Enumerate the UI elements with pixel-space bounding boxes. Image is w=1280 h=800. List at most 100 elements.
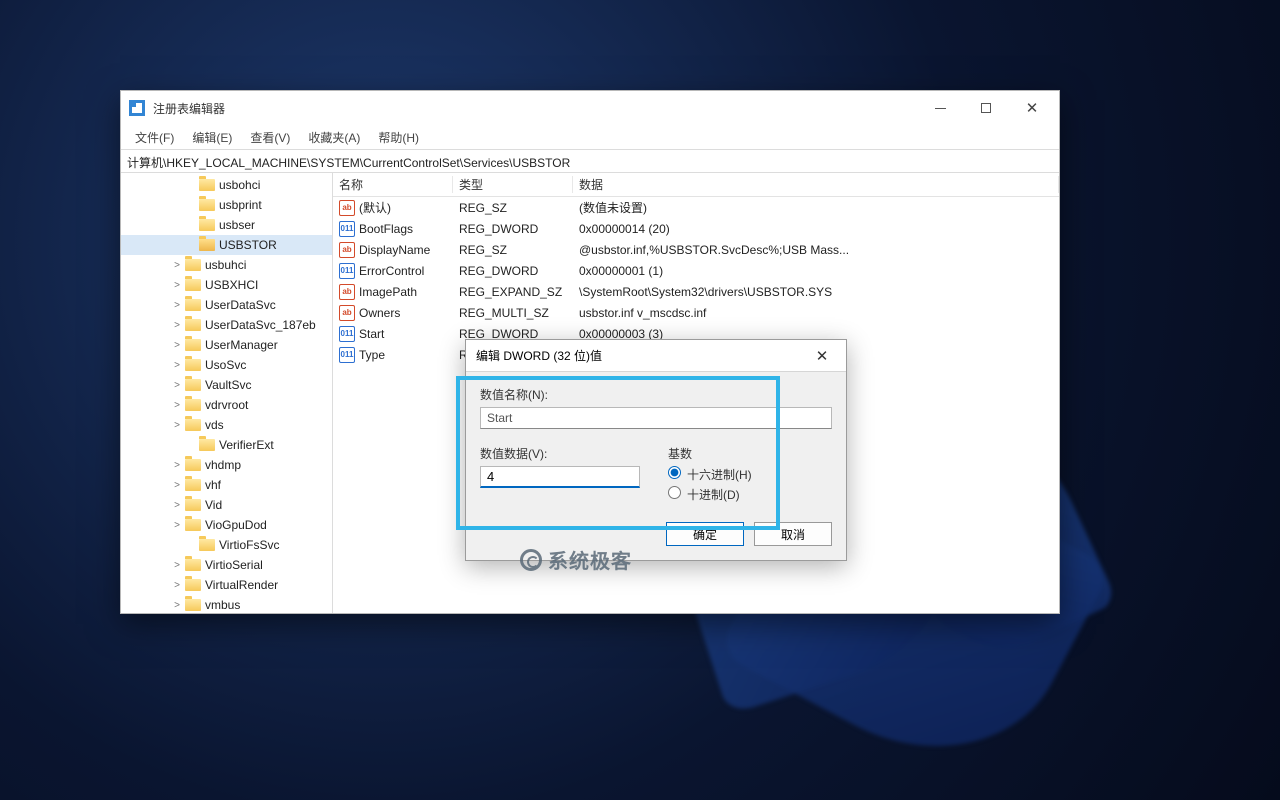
value-data: usbstor.inf v_mscdsc.inf xyxy=(573,306,1059,320)
folder-icon xyxy=(185,419,201,431)
value-name: Owners xyxy=(359,306,400,320)
value-row[interactable]: 011ErrorControlREG_DWORD0x00000001 (1) xyxy=(333,260,1059,281)
value-type-icon: ab xyxy=(339,242,355,258)
folder-icon xyxy=(185,399,201,411)
tree-item[interactable]: > vhdmp xyxy=(121,455,332,475)
value-name: DisplayName xyxy=(359,243,430,257)
value-type: REG_SZ xyxy=(453,243,573,257)
folder-icon xyxy=(185,319,201,331)
folder-icon xyxy=(199,539,215,551)
menu-view[interactable]: 查看(V) xyxy=(242,126,298,149)
folder-icon xyxy=(185,499,201,511)
column-headers[interactable]: 名称 类型 数据 xyxy=(333,173,1059,197)
address-bar[interactable]: 计算机\HKEY_LOCAL_MACHINE\SYSTEM\CurrentCon… xyxy=(121,149,1059,173)
expand-icon[interactable]: > xyxy=(169,500,185,511)
tree-item[interactable]: usbohci xyxy=(121,175,332,195)
value-row[interactable]: 011BootFlagsREG_DWORD0x00000014 (20) xyxy=(333,218,1059,239)
tree-item[interactable]: > VirtualRender xyxy=(121,575,332,595)
tree-item[interactable]: USBSTOR xyxy=(121,235,332,255)
tree-item[interactable]: VerifierExt xyxy=(121,435,332,455)
tree-item[interactable]: >usbuhci xyxy=(121,255,332,275)
tree-item[interactable]: > UsoSvc xyxy=(121,355,332,375)
tree-item[interactable]: > UserDataSvc_187eb xyxy=(121,315,332,335)
expand-icon[interactable]: > xyxy=(169,360,185,371)
tree-item[interactable]: VirtioFsSvc xyxy=(121,535,332,555)
value-type-icon: ab xyxy=(339,305,355,321)
tree-item[interactable]: >vds xyxy=(121,415,332,435)
value-type-icon: ab xyxy=(339,200,355,216)
tree-item-label: Vid xyxy=(205,498,222,512)
tree-item[interactable]: >UserManager xyxy=(121,335,332,355)
header-name[interactable]: 名称 xyxy=(333,176,453,193)
expand-icon[interactable]: > xyxy=(169,520,185,531)
tree-item[interactable]: usbprint xyxy=(121,195,332,215)
menu-edit[interactable]: 编辑(E) xyxy=(184,126,240,149)
dialog-close-button[interactable]: ✕ xyxy=(808,347,836,365)
ok-button[interactable]: 确定 xyxy=(666,522,744,546)
window-title: 注册表编辑器 xyxy=(153,100,225,117)
tree-item[interactable]: usbser xyxy=(121,215,332,235)
expand-icon[interactable]: > xyxy=(169,600,185,611)
tree-item-label: vmbus xyxy=(205,598,240,612)
tree-item[interactable]: > vmbus xyxy=(121,595,332,613)
expand-icon[interactable]: > xyxy=(169,480,185,491)
expand-icon[interactable]: > xyxy=(169,300,185,311)
value-name-field[interactable] xyxy=(480,407,832,429)
tree-item-label: vhdmp xyxy=(205,458,241,472)
folder-icon xyxy=(185,459,201,471)
expand-icon[interactable]: > xyxy=(169,380,185,391)
cancel-button[interactable]: 取消 xyxy=(754,522,832,546)
radio-hex[interactable]: 十六进制(H) xyxy=(668,466,752,483)
tree-item-label: UsoSvc xyxy=(205,358,246,372)
expand-icon[interactable]: > xyxy=(169,420,185,431)
menu-file[interactable]: 文件(F) xyxy=(127,126,182,149)
tree-item[interactable]: >VirtioSerial xyxy=(121,555,332,575)
tree-item[interactable]: > Vid xyxy=(121,495,332,515)
tree-item-label: usbser xyxy=(219,218,255,232)
value-data-field[interactable] xyxy=(480,466,640,488)
expand-icon[interactable]: > xyxy=(169,580,185,591)
folder-icon xyxy=(199,219,215,231)
expand-icon[interactable]: > xyxy=(169,560,185,571)
tree-item-label: UserDataSvc_187eb xyxy=(205,318,316,332)
tree-item[interactable]: > VaultSvc xyxy=(121,375,332,395)
tree-item[interactable]: >vdrvroot xyxy=(121,395,332,415)
expand-icon[interactable]: > xyxy=(169,400,185,411)
menu-help[interactable]: 帮助(H) xyxy=(370,126,427,149)
value-row[interactable]: ab(默认)REG_SZ(数值未设置) xyxy=(333,197,1059,218)
tree-item-label: VaultSvc xyxy=(205,378,251,392)
header-data[interactable]: 数据 xyxy=(573,176,1059,193)
tree-item-label: usbprint xyxy=(219,198,262,212)
folder-icon xyxy=(185,559,201,571)
value-data: (数值未设置) xyxy=(573,199,1059,216)
folder-icon xyxy=(199,179,215,191)
tree-item[interactable]: >vhf xyxy=(121,475,332,495)
dialog-title: 编辑 DWORD (32 位)值 xyxy=(476,347,602,364)
tree-item-label: VirtualRender xyxy=(205,578,278,592)
value-row[interactable]: abImagePathREG_EXPAND_SZ\SystemRoot\Syst… xyxy=(333,281,1059,302)
dialog-titlebar[interactable]: 编辑 DWORD (32 位)值 ✕ xyxy=(466,340,846,372)
header-type[interactable]: 类型 xyxy=(453,176,573,193)
titlebar[interactable]: 注册表编辑器 ✕ xyxy=(121,91,1059,125)
tree-item[interactable]: >USBXHCI xyxy=(121,275,332,295)
folder-icon xyxy=(185,379,201,391)
expand-icon[interactable]: > xyxy=(169,340,185,351)
maximize-button[interactable] xyxy=(963,93,1009,123)
expand-icon[interactable]: > xyxy=(169,280,185,291)
menu-favorites[interactable]: 收藏夹(A) xyxy=(300,126,368,149)
value-row[interactable]: abDisplayNameREG_SZ@usbstor.inf,%USBSTOR… xyxy=(333,239,1059,260)
menubar: 文件(F) 编辑(E) 查看(V) 收藏夹(A) 帮助(H) xyxy=(121,125,1059,149)
registry-tree[interactable]: usbohci usbprint usbser USBSTOR>usbuhci>USB… xyxy=(121,173,333,613)
tree-item[interactable]: >UserDataSvc xyxy=(121,295,332,315)
value-data: 0x00000014 (20) xyxy=(573,222,1059,236)
expand-icon[interactable]: > xyxy=(169,260,185,271)
watermark-text: 系统极客 xyxy=(548,545,632,574)
expand-icon[interactable]: > xyxy=(169,460,185,471)
expand-icon[interactable]: > xyxy=(169,320,185,331)
folder-icon xyxy=(199,439,215,451)
close-button[interactable]: ✕ xyxy=(1009,93,1055,123)
value-row[interactable]: abOwnersREG_MULTI_SZusbstor.inf v_mscdsc… xyxy=(333,302,1059,323)
radio-dec[interactable]: 十进制(D) xyxy=(668,486,752,503)
minimize-button[interactable] xyxy=(917,93,963,123)
tree-item[interactable]: >VioGpuDod xyxy=(121,515,332,535)
